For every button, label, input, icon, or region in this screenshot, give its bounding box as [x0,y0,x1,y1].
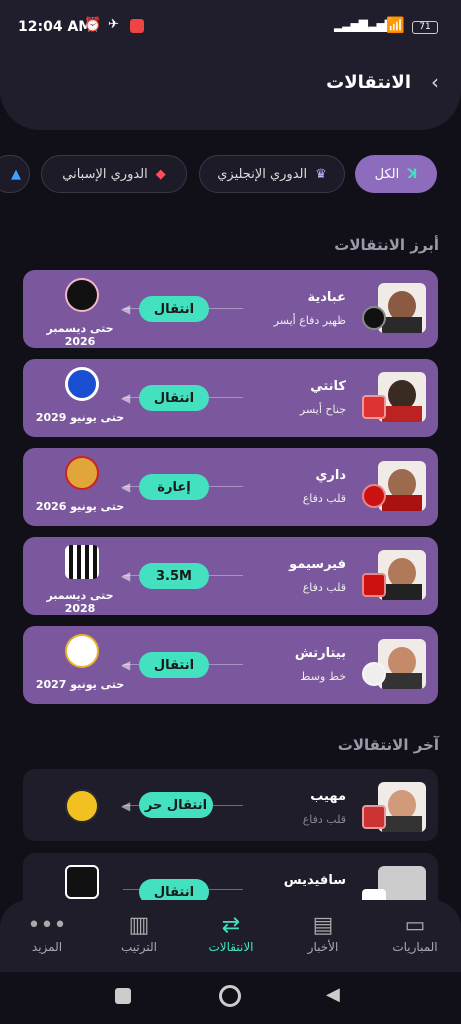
status-time: 12:04 AM [18,19,93,35]
page-title: الانتقالات [326,72,411,93]
destination-club-icon [65,367,99,401]
alarm-icon: ⏰ [84,17,102,33]
system-nav-bar: ◀ [0,972,461,1024]
club-crest-icon [362,395,386,419]
contract-until: حتى يونيو 2027 [35,678,125,691]
nav-matches[interactable]: ▭ المباريات [375,910,455,955]
contract-until: حتى ديسمبر 2028 [46,589,114,615]
nav-transfers-label: الانتقالات [208,940,254,954]
arrow-left-icon: ◀ [121,799,131,813]
nav-news-label: الأخبار [307,940,339,954]
transfer-type-badge: 3.5M [139,563,209,589]
laliga-icon: ◆ [155,166,166,182]
filter-premier-label: الدوري الإنجليزي [217,166,308,182]
notification-icon: ✈ [108,17,119,32]
filter-all-label: الكل [374,166,400,182]
player-photo [378,461,426,511]
contract-until: حتى يونيو 2026 [35,500,125,513]
contract-until: حتى ديسمبر 2026 [46,322,114,348]
player-name: فيرسيمو [289,557,346,572]
nav-more-label: المزيد [31,940,63,954]
filter-all[interactable]: الكل ꓘ [355,155,437,193]
filter-premier-league[interactable]: الدوري الإنجليزي ♛ [199,155,345,193]
battery-icon: 71 [412,21,438,34]
transfer-type-badge: انتقال [139,652,209,678]
arrow-left-icon: ◀ [121,480,131,494]
arrow-left-icon: ◀ [121,569,131,583]
nav-news[interactable]: ▤ الأخبار [283,910,363,955]
player-name: داري [315,468,346,483]
destination-club-icon [65,789,99,823]
back-icon[interactable]: ◀ [326,984,340,1005]
arrow-left-icon: ◀ [121,391,131,405]
all-logo-icon: ꓘ [407,166,418,182]
player-photo [378,639,426,689]
transfer-card[interactable]: بيتارتش خط وسط ◀ انتقال حتى يونيو 2027 [23,626,438,704]
transfer-card[interactable]: فيرسيمو قلب دفاع ◀ 3.5M حتى ديسمبر 2028 [23,537,438,615]
player-name: سافيديس [283,873,346,888]
transfer-type-badge: انتقال [139,296,209,322]
club-crest-icon [362,805,386,829]
league-icon: ▲ [11,166,21,182]
player-position: خط وسط [300,670,346,683]
player-name: كانتي [310,379,346,394]
status-bar: 12:04 AM ⏰ ✈ ▂▃▅▇ ▂▃▅▇ 📶 71 [0,0,461,52]
bottom-nav: ▭ المباريات ▤ الأخبار ⇄ الانتقالات ▥ الت… [0,900,461,972]
standings-icon: ▥ [128,912,150,938]
more-icon: ••• [27,912,67,938]
destination-club-icon [65,278,99,312]
nav-more[interactable]: ••• المزيد [7,910,87,955]
player-position: قلب دفاع [302,492,346,505]
club-crest-icon [362,484,386,508]
transfer-card[interactable]: مهيب قلب دفاع ◀ انتقال حر [23,769,438,841]
club-crest-icon [362,573,386,597]
app-icon [130,19,144,33]
transfer-card[interactable]: كانتي جناح أيسر ◀ انتقال حتى يونيو 2029 [23,359,438,437]
player-position: ظهير دفاع أيسر [273,314,346,327]
nav-standings[interactable]: ▥ الترتيب [99,910,179,955]
top-transfers-title: أبرز الانتقالات [334,236,439,254]
player-name: مهيب [310,789,346,804]
arrow-left-icon: ◀ [121,658,131,672]
destination-club-icon [65,545,99,579]
news-icon: ▤ [312,912,334,938]
destination-club-icon [65,456,99,490]
wifi-icon: 📶 [386,16,405,34]
home-icon[interactable] [219,985,241,1007]
arrow-left-icon: ◀ [121,302,131,316]
player-position: قلب دفاع [302,581,346,594]
player-position: جناح أيسر [299,403,346,416]
transfer-card[interactable]: عبادية ظهير دفاع أيسر ◀ انتقال حتى ديسمب… [23,270,438,348]
destination-club-icon [65,865,99,899]
transfer-type-badge: إعارة [139,474,209,500]
transfer-type-badge: انتقال [139,385,209,411]
transfer-type-badge: انتقال حر [139,792,213,818]
latest-transfers-title: آخر الانتقالات [337,736,439,754]
nav-transfers[interactable]: ⇄ الانتقالات [191,910,271,955]
filter-laliga[interactable]: الدوري الإسباني ◆ [41,155,187,193]
filter-laliga-label: الدوري الإسباني [62,166,148,182]
transfer-card[interactable]: داري قلب دفاع ◀ إعارة حتى يونيو 2026 [23,448,438,526]
destination-club-icon [65,634,99,668]
player-name: عبادية [307,290,346,305]
pitch-icon: ▭ [404,912,426,938]
player-photo [378,283,426,333]
filter-more-league[interactable]: ▲ [0,155,30,193]
nav-standings-label: الترتيب [121,940,157,954]
premier-league-icon: ♛ [315,166,327,182]
back-chevron-icon[interactable]: ‹ [431,70,439,94]
player-position: قلب دفاع [302,813,346,826]
transfers-icon: ⇄ [221,912,241,938]
recents-icon[interactable] [115,988,131,1004]
contract-until: حتى يونيو 2029 [35,411,125,424]
player-name: بيتارتش [294,646,346,661]
nav-matches-label: المباريات [392,940,438,954]
club-crest-icon [362,662,386,686]
club-crest-icon [362,306,386,330]
